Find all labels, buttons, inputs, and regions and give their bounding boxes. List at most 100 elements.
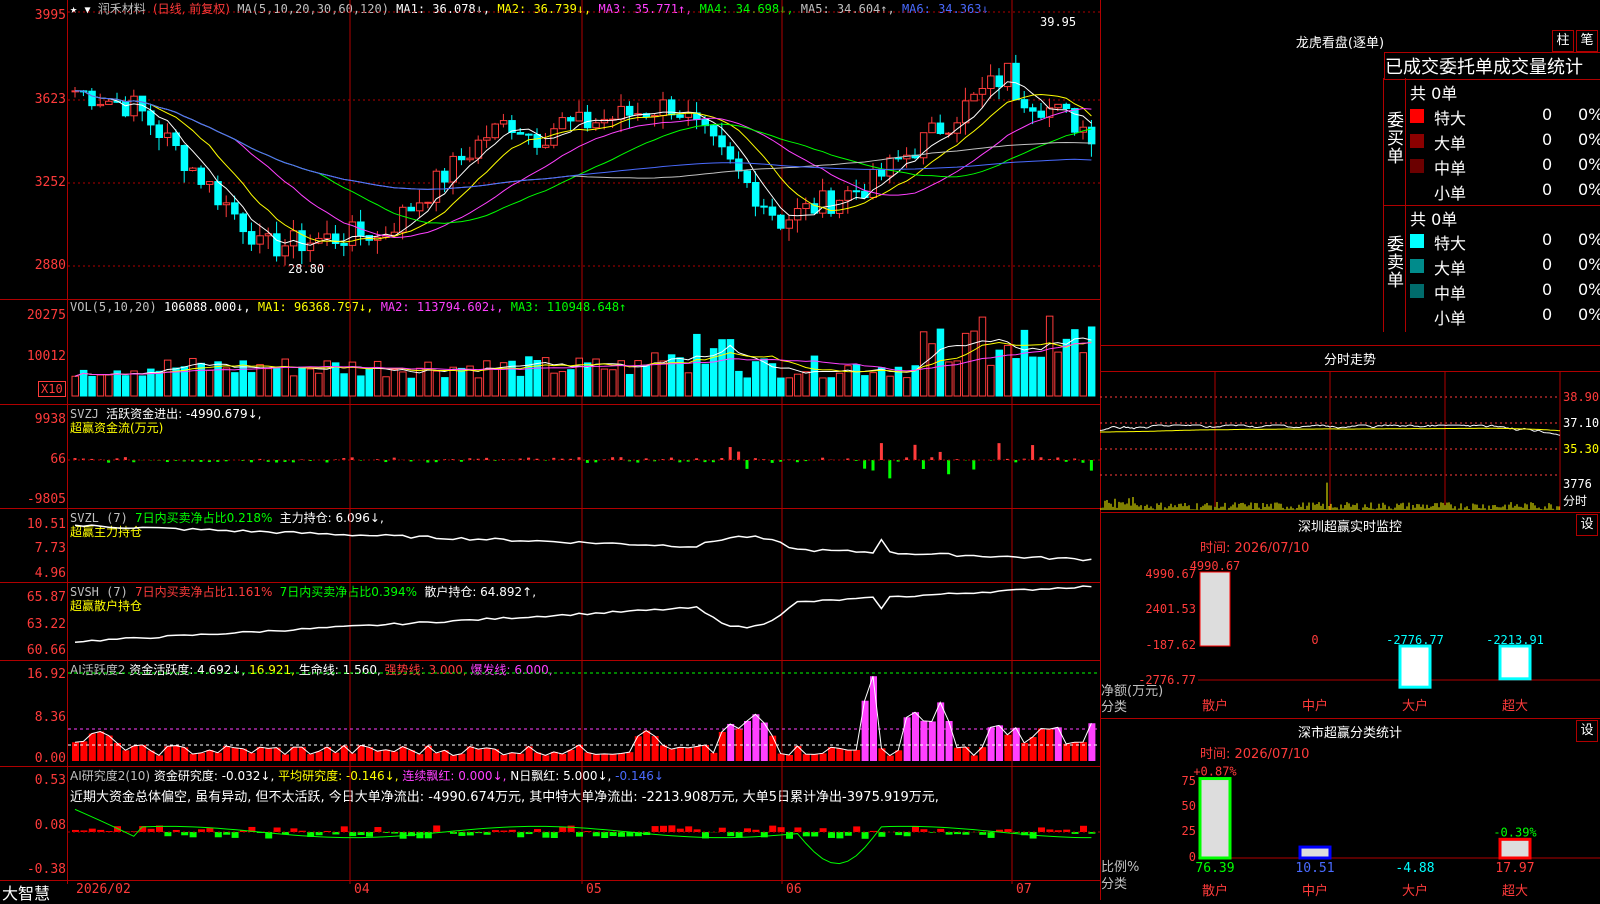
candle-body bbox=[786, 220, 793, 228]
volume-bar bbox=[425, 362, 432, 396]
ai-research-bar bbox=[727, 832, 734, 836]
volume-bar bbox=[853, 365, 860, 396]
order-pct: 0% bbox=[1578, 105, 1600, 124]
ai-active-bar bbox=[643, 731, 650, 761]
volume-bar bbox=[257, 365, 264, 396]
dragon-tiger-tabs: 已成交委托单成交量统计 bbox=[1384, 52, 1600, 80]
ai-research-bar bbox=[845, 832, 852, 836]
color-swatch bbox=[1410, 184, 1424, 198]
volume-bar bbox=[752, 362, 759, 396]
svzl-line bbox=[75, 525, 1091, 561]
ai-research-bar bbox=[366, 832, 373, 837]
color-swatch bbox=[1410, 234, 1424, 248]
class-category: 大户 bbox=[1402, 883, 1428, 899]
volume-bar bbox=[458, 368, 465, 396]
ai-research-bar bbox=[1080, 826, 1087, 832]
volume-bar bbox=[316, 373, 323, 396]
ai-research-bar bbox=[467, 832, 474, 835]
buy-side-label: 委买单 bbox=[1387, 112, 1403, 166]
ai-active-bar bbox=[668, 749, 675, 761]
ai-active-bar bbox=[332, 753, 339, 761]
intraday-title: 分时走势 bbox=[1100, 349, 1600, 368]
ai-active-bar bbox=[820, 753, 827, 761]
candle-body bbox=[467, 158, 474, 160]
ai-active-bar bbox=[542, 755, 549, 761]
candle-body bbox=[853, 191, 860, 192]
ai-active-bar bbox=[509, 753, 516, 761]
volume-bar bbox=[601, 369, 608, 396]
candle-body bbox=[820, 191, 827, 213]
tab-orders[interactable]: 委托单 bbox=[1439, 57, 1493, 78]
ai-active-bar bbox=[198, 753, 205, 761]
ai-active-bar bbox=[971, 755, 978, 761]
candle-body bbox=[744, 171, 751, 182]
candle-body bbox=[988, 76, 995, 89]
tab-filled[interactable]: 已成交 bbox=[1385, 57, 1439, 78]
candle-body bbox=[131, 96, 138, 116]
ai-active-bar bbox=[996, 725, 1003, 761]
order-pct: 0% bbox=[1578, 180, 1600, 199]
volume-bar bbox=[1038, 357, 1045, 396]
volume-bar bbox=[332, 363, 339, 396]
monitor-title: 深圳超赢实时监控 bbox=[1100, 516, 1600, 535]
color-swatch bbox=[1410, 259, 1424, 273]
candle-body bbox=[954, 123, 961, 133]
ai-active-bar bbox=[517, 754, 524, 761]
bar-mode-button[interactable]: 柱 bbox=[1552, 30, 1574, 52]
ai-research-bar bbox=[433, 825, 440, 832]
ai-research-bar bbox=[828, 832, 835, 838]
ma-line bbox=[75, 91, 1091, 238]
candle-body bbox=[223, 203, 230, 205]
ai-active-bar bbox=[584, 752, 591, 761]
class-bar bbox=[1200, 779, 1230, 858]
order-type: 特大 bbox=[1434, 230, 1466, 254]
ai-research-bar bbox=[769, 826, 776, 832]
ai-active-bar bbox=[366, 747, 373, 761]
monitor-category: 中户 bbox=[1302, 698, 1328, 714]
class-settings-button[interactable]: 设 bbox=[1576, 720, 1598, 742]
candle-body bbox=[257, 236, 264, 244]
ai-research-bar bbox=[517, 832, 524, 837]
ai-active-bar bbox=[887, 756, 894, 761]
volume-bar bbox=[391, 369, 398, 396]
buy-total: 共 0单 bbox=[1408, 80, 1598, 104]
kline-chart-canvas[interactable] bbox=[0, 0, 1100, 900]
volume-bar bbox=[265, 369, 272, 396]
volume-bar bbox=[803, 372, 810, 396]
volume-bar bbox=[526, 357, 533, 396]
volume-bar bbox=[274, 368, 281, 396]
ai-active-bar bbox=[677, 747, 684, 761]
ai-active-bar bbox=[601, 754, 608, 761]
volume-bar bbox=[685, 373, 692, 396]
volume-bar bbox=[643, 366, 650, 396]
volume-bar bbox=[769, 364, 776, 396]
monitor-time: 时间: 2026/07/10 bbox=[1200, 537, 1309, 556]
candle-body bbox=[626, 106, 633, 115]
ai-active-bar bbox=[500, 755, 507, 761]
volume-bar bbox=[1055, 352, 1062, 396]
ai-active-bar bbox=[694, 747, 701, 761]
intraday-title-border bbox=[1100, 371, 1600, 372]
ai-active-bar bbox=[786, 755, 793, 761]
volume-bar bbox=[383, 377, 390, 396]
order-row: 特大00% bbox=[1408, 105, 1598, 129]
ai-active-bar bbox=[484, 748, 491, 761]
ai-active-bar bbox=[391, 752, 398, 761]
candle-body bbox=[769, 207, 776, 215]
candle-body bbox=[584, 112, 591, 127]
monitor-settings-button[interactable]: 设 bbox=[1576, 514, 1598, 536]
intraday-price-line bbox=[1100, 425, 1560, 435]
ai-active-bar bbox=[156, 755, 163, 761]
ai-active-bar bbox=[89, 734, 96, 761]
candle-body bbox=[282, 246, 289, 256]
volume-bar bbox=[929, 344, 936, 396]
pen-mode-button[interactable]: 笔 bbox=[1576, 30, 1598, 52]
candle-body bbox=[677, 115, 684, 118]
ai-active-bar bbox=[845, 750, 852, 761]
ai-active-bar bbox=[803, 754, 810, 761]
ai-active-bar bbox=[190, 754, 197, 761]
ai-research-bar bbox=[668, 825, 675, 832]
class-title: 深市超赢分类统计 bbox=[1100, 722, 1600, 741]
candle-body bbox=[752, 183, 759, 207]
tab-volume-stats[interactable]: 成交量统计 bbox=[1493, 57, 1583, 78]
